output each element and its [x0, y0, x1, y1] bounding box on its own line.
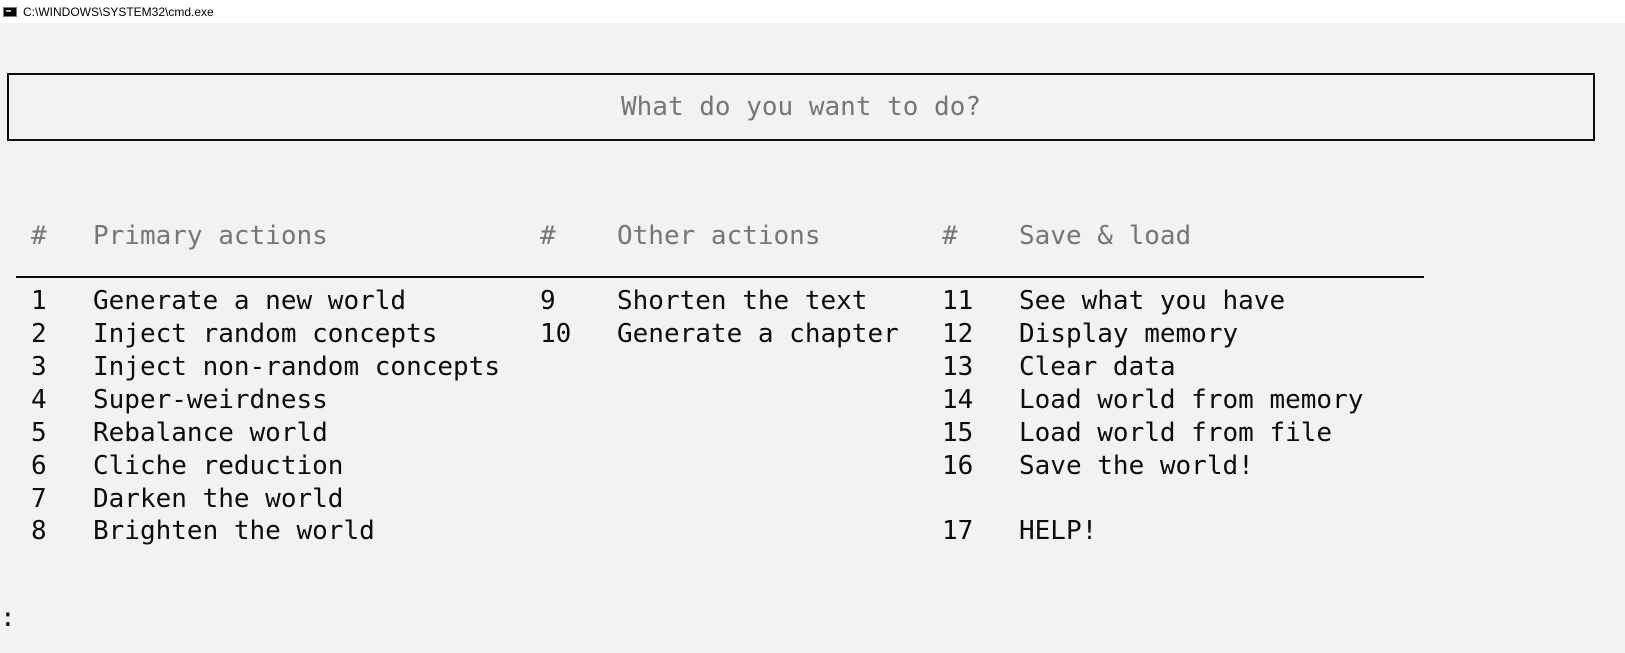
other-item-label: Shorten the text	[617, 286, 868, 316]
primary-item-number: 7	[31, 484, 47, 514]
banner-text: What do you want to do?	[620, 92, 982, 122]
save-item-number: 15	[942, 418, 974, 448]
primary-item-number: 6	[31, 451, 47, 481]
header-number-other: #	[540, 221, 556, 251]
command-prompt[interactable]: :	[0, 603, 16, 633]
header-other-actions: Other actions	[617, 221, 821, 251]
primary-item-label: Inject non-random concepts	[93, 352, 500, 382]
primary-item-number: 5	[31, 418, 47, 448]
primary-item-number: 2	[31, 319, 47, 349]
primary-item-label: Inject random concepts	[93, 319, 438, 349]
save-item-number: 16	[942, 451, 974, 481]
primary-item-number: 4	[31, 385, 47, 415]
primary-item-label: Super-weirdness	[93, 385, 328, 415]
save-item-label: HELP!	[1019, 516, 1098, 546]
header-save-load: Save & load	[1019, 221, 1192, 251]
primary-item-number: 3	[31, 352, 47, 382]
cmd-icon	[3, 6, 17, 17]
primary-item-label: Generate a new world	[93, 286, 407, 316]
other-item-number: 9	[540, 286, 556, 316]
save-item-number: 14	[942, 385, 974, 415]
title-bar: C:\WINDOWS\SYSTEM32\cmd.exe	[0, 0, 1625, 23]
header-number-save: #	[942, 221, 958, 251]
menu-banner: What do you want to do?	[7, 73, 1595, 141]
save-item-label: Clear data	[1019, 352, 1176, 382]
primary-item-number: 1	[31, 286, 47, 316]
window-title: C:\WINDOWS\SYSTEM32\cmd.exe	[23, 4, 214, 19]
primary-item-label: Cliche reduction	[93, 451, 344, 481]
primary-item-label: Rebalance world	[93, 418, 328, 448]
header-primary-actions: Primary actions	[93, 221, 328, 251]
save-item-number: 17	[942, 516, 974, 546]
save-item-label: Display memory	[1019, 319, 1239, 349]
other-item-number: 10	[540, 319, 572, 349]
primary-item-label: Brighten the world	[93, 516, 375, 546]
primary-item-label: Darken the world	[93, 484, 344, 514]
save-item-label: Load world from file	[1019, 418, 1333, 448]
save-item-number: 12	[942, 319, 974, 349]
header-divider	[16, 276, 1424, 278]
save-item-label: Load world from memory	[1019, 385, 1364, 415]
save-item-number: 13	[942, 352, 974, 382]
console-area[interactable]: What do you want to do? # Primary action…	[0, 23, 1625, 653]
save-item-label: See what you have	[1019, 286, 1286, 316]
other-item-label: Generate a chapter	[617, 319, 899, 349]
primary-item-number: 8	[31, 516, 47, 546]
header-number-primary: #	[31, 221, 47, 251]
save-item-number: 11	[942, 286, 974, 316]
save-item-label: Save the world!	[1019, 451, 1254, 481]
